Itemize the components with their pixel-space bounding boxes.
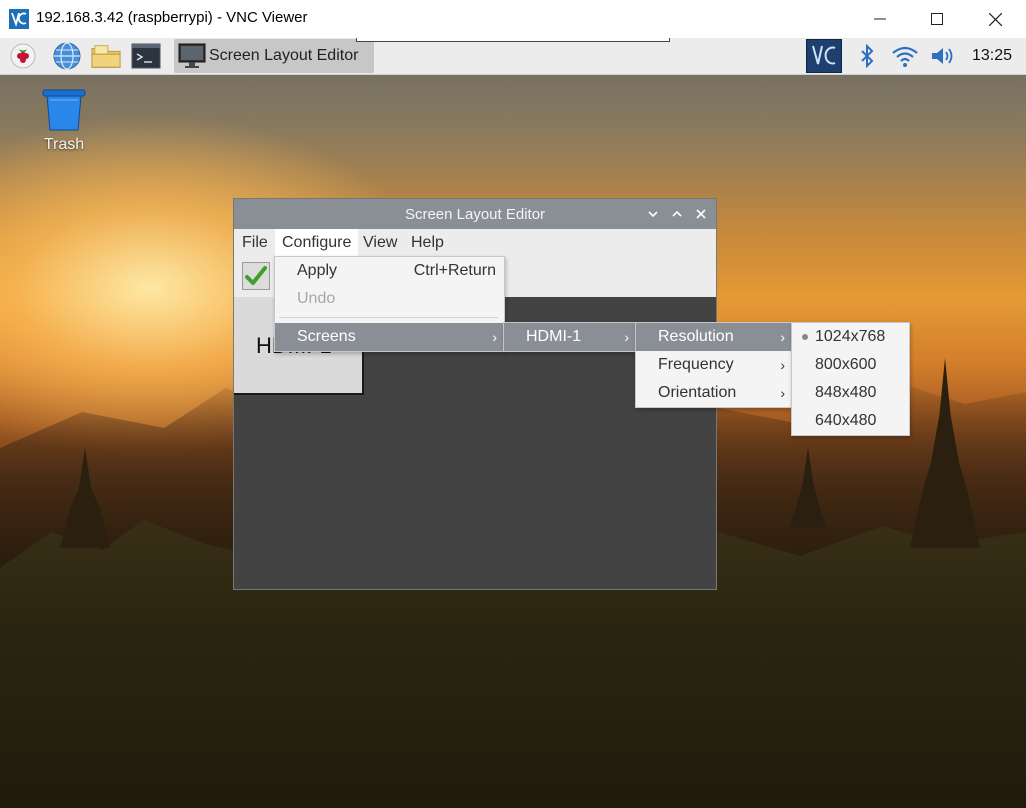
vnc-toolbar-strip[interactable] [356,38,670,42]
menu-hdmi-1-label: HDMI-1 [526,328,582,345]
file-manager-icon[interactable] [91,42,121,70]
close-button[interactable] [966,0,1024,38]
menu-configure[interactable]: Configure [275,229,359,257]
terminal-icon[interactable] [131,42,161,70]
resolution-option-label: 848x480 [815,384,877,401]
menu-hdmi-1[interactable]: HDMI-1 › [504,323,636,351]
close-icon[interactable] [694,207,708,221]
menu-resolution-option[interactable]: 800x600 [792,351,909,379]
taskbar-task-screen-layout-editor[interactable]: Screen Layout Editor [174,39,374,73]
chevron-right-icon: › [780,385,785,401]
menu-screens-label: Screens [297,328,356,345]
vnc-server-icon[interactable] [806,39,842,73]
resolution-submenu: 1024x768 800x600 848x480 640x480 [791,322,910,436]
configure-menu: Apply Ctrl+Return Undo Screens › [274,256,505,352]
chevron-right-icon: › [780,357,785,373]
menu-view[interactable]: View [356,229,404,257]
minimize-button[interactable] [851,0,909,38]
menu-resolution-option[interactable]: 640x480 [792,407,909,435]
trash-icon [42,89,86,131]
chevron-right-icon: › [780,329,785,345]
window-title: 192.168.3.42 (raspberrypi) - VNC Viewer [36,9,308,26]
raspberry-menu-icon[interactable] [8,42,38,70]
vnc-logo-icon [9,9,29,29]
editor-menubar: File Configure View Help [234,229,716,257]
resolution-option-label: 800x600 [815,356,877,373]
menu-resolution[interactable]: Resolution › [636,323,792,351]
menu-screens[interactable]: Screens › [275,323,504,351]
resolution-option-label: 1024x768 [815,328,886,345]
volume-icon[interactable] [928,42,958,70]
web-browser-icon[interactable] [52,42,82,70]
trash-desktop-icon[interactable]: Trash [36,88,92,154]
menu-apply-shortcut: Ctrl+Return [413,262,496,279]
menu-orientation[interactable]: Orientation › [636,379,792,407]
menu-resolution-option[interactable]: 1024x768 [792,323,909,351]
bluetooth-icon[interactable] [852,42,882,70]
apply-button[interactable] [242,262,270,290]
resolution-option-label: 640x480 [815,412,877,429]
trash-label: Trash [43,136,85,153]
chevron-right-icon: › [492,329,497,345]
screens-submenu: HDMI-1 › [503,322,637,352]
radio-selected-icon [802,334,808,340]
wifi-icon[interactable] [890,42,920,70]
chevron-right-icon: › [624,329,629,345]
menu-separator [279,317,498,318]
menu-apply[interactable]: Apply Ctrl+Return [275,257,504,285]
vnc-viewer-titlebar: 192.168.3.42 (raspberrypi) - VNC Viewer [0,0,1026,39]
editor-titlebar[interactable]: Screen Layout Editor [234,199,716,229]
taskbar: Screen Layout Editor 13:25 [0,38,1026,75]
taskbar-task-label: Screen Layout Editor [209,47,359,64]
clock[interactable]: 13:25 [972,47,1012,65]
menu-resolution-label: Resolution [658,328,734,345]
menu-resolution-option[interactable]: 848x480 [792,379,909,407]
checkmark-icon [245,266,267,285]
monitor-icon [178,43,206,68]
menu-undo-label: Undo [297,290,336,307]
maximize-icon[interactable] [670,207,684,221]
menu-apply-label: Apply [297,262,338,279]
menu-frequency-label: Frequency [658,356,734,373]
menu-frequency[interactable]: Frequency › [636,351,792,379]
menu-undo: Undo [275,285,504,313]
maximize-button[interactable] [908,0,966,38]
minimize-icon[interactable] [646,207,660,221]
editor-title: Screen Layout Editor [404,206,546,223]
menu-orientation-label: Orientation [658,384,737,401]
menu-help[interactable]: Help [404,229,451,257]
hdmi-submenu: Resolution › Frequency › Orientation › [635,322,793,408]
menu-file[interactable]: File [235,229,275,257]
